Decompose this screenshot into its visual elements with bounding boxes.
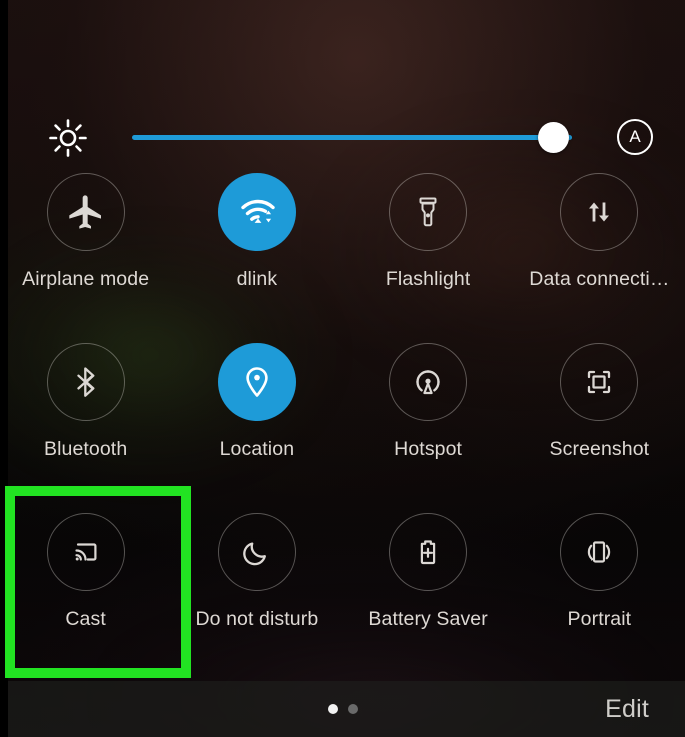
- tile-label: Airplane mode: [22, 268, 150, 290]
- brightness-sun-icon: [48, 118, 88, 158]
- tile-label: Hotspot: [394, 438, 463, 460]
- tile-bluetooth[interactable]: Bluetooth: [0, 330, 171, 500]
- tile-label: Battery Saver: [368, 608, 488, 630]
- quick-settings-tiles: Airplane mode dlink Flashlight Data conn…: [0, 160, 685, 670]
- brightness-row: A: [0, 54, 685, 157]
- battery-plus-icon: [420, 540, 436, 565]
- tile-icon-ring: [560, 343, 639, 421]
- tile-icon-ring: [46, 173, 125, 251]
- bottom-bar: Edit: [0, 681, 685, 737]
- tile-cast[interactable]: Cast: [0, 500, 171, 670]
- tile-label: Flashlight: [385, 268, 471, 290]
- left-edge-bar: [0, 0, 8, 737]
- screenshot-icon: [588, 370, 611, 394]
- tile-icon-ring: [560, 173, 639, 251]
- panel-content: A Airplane mode dlink Flashlight Data co…: [0, 0, 685, 737]
- tile-icon-ring: [46, 343, 125, 421]
- cast-icon: [75, 543, 97, 561]
- brightness-slider-track[interactable]: [132, 135, 572, 140]
- tile-label: Bluetooth: [43, 438, 128, 460]
- brightness-slider[interactable]: [132, 116, 580, 160]
- flashlight-icon: [419, 197, 437, 227]
- tile-do-not-disturb[interactable]: Do not disturb: [171, 500, 342, 670]
- edit-button[interactable]: Edit: [591, 681, 663, 737]
- page-dot-active[interactable]: [327, 704, 338, 714]
- screen-rotation-icon: [588, 541, 611, 563]
- airplane-icon: [68, 195, 101, 229]
- auto-brightness-label: A: [629, 127, 641, 146]
- quick-settings-panel: A Airplane mode dlink Flashlight Data co…: [0, 0, 685, 737]
- wifi-icon: [241, 199, 275, 223]
- auto-brightness-icon[interactable]: A: [617, 119, 653, 155]
- tile-location[interactable]: Location: [171, 330, 342, 500]
- hotspot-icon: [416, 370, 440, 395]
- tile-hotspot[interactable]: Hotspot: [343, 330, 514, 500]
- moon-icon: [243, 542, 266, 566]
- tile-label: Cast: [65, 608, 106, 630]
- location-pin-icon: [246, 367, 268, 397]
- tile-flashlight[interactable]: Flashlight: [343, 160, 514, 330]
- tile-data-connection[interactable]: Data connecti…: [514, 160, 685, 330]
- tile-icon-ring: [46, 513, 125, 591]
- page-indicator: [0, 681, 685, 737]
- tile-portrait[interactable]: Portrait: [514, 500, 685, 670]
- tile-label: Data connecti…: [529, 268, 670, 290]
- tile-icon-ring: [217, 343, 296, 421]
- tile-icon-ring: [389, 343, 468, 421]
- tile-icon-ring: [389, 173, 468, 251]
- tile-icon-ring: [389, 513, 468, 591]
- tile-label: Do not disturb: [195, 608, 319, 630]
- tile-label: Portrait: [567, 608, 632, 630]
- tile-icon-ring: [560, 513, 639, 591]
- tile-label: Screenshot: [549, 438, 650, 460]
- page-dot-inactive[interactable]: [347, 704, 358, 714]
- tile-label: dlink: [236, 268, 278, 290]
- tile-wifi-dlink[interactable]: dlink: [171, 160, 342, 330]
- data-transfer-icon: [589, 202, 610, 222]
- tile-battery-saver[interactable]: Battery Saver: [343, 500, 514, 670]
- tile-airplane-mode[interactable]: Airplane mode: [0, 160, 171, 330]
- brightness-slider-thumb[interactable]: [538, 122, 569, 153]
- tile-icon-ring: [217, 173, 296, 251]
- tile-screenshot[interactable]: Screenshot: [514, 330, 685, 500]
- bluetooth-icon: [76, 367, 95, 397]
- tile-label: Location: [219, 438, 295, 460]
- tile-icon-ring: [217, 513, 296, 591]
